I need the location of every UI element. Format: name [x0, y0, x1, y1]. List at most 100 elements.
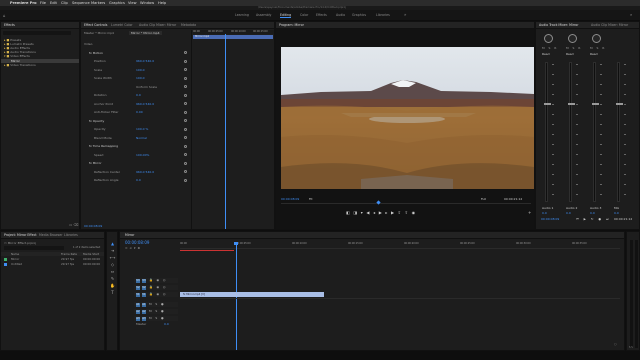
ec-playhead[interactable]	[225, 34, 226, 229]
workspace-graphics[interactable]: Graphics	[352, 13, 366, 18]
track-toggles[interactable]: 🔒 ◉ ◎	[149, 285, 167, 290]
automation-mode[interactable]: Read	[590, 52, 598, 56]
list-item[interactable]: ▸ ■ Video Transitions	[4, 63, 36, 67]
zoom-handle-icon[interactable]: ○	[614, 342, 620, 346]
reset-param-icon[interactable]	[184, 102, 187, 105]
reset-param-icon[interactable]	[184, 136, 187, 139]
menu-markers[interactable]: Markers	[91, 1, 105, 6]
track-target[interactable]: A1	[142, 302, 146, 307]
volume-fader[interactable]	[592, 62, 599, 202]
menu-file[interactable]: File	[40, 1, 46, 6]
track-toggles[interactable]: M S ●	[149, 309, 165, 314]
mute-solo-record-buttons[interactable]: M S R	[542, 46, 558, 50]
workspace-audio[interactable]: Audio	[336, 13, 345, 18]
clip-selector[interactable]: Mirror * Mirror.mp4	[129, 31, 162, 35]
property-value[interactable]: Normal	[136, 136, 147, 140]
track-header[interactable]: V3 V3 🔒 ◉ ◎	[134, 278, 178, 283]
fader-handle[interactable]	[592, 103, 599, 105]
tab-program[interactable]: Program: Mirror	[279, 23, 304, 28]
property-value[interactable]: 100.0	[136, 76, 145, 80]
tab-audio-clip-mixer[interactable]: Audio Clip Mixer: Mirror	[591, 23, 628, 28]
source-patch[interactable]: V1	[136, 292, 140, 297]
export-frame-icon[interactable]: ◉	[412, 210, 419, 215]
track-header[interactable]: V1 V1 🔒 ◉ ◎	[134, 292, 178, 297]
col-frame-rate[interactable]: Frame Rate	[61, 252, 77, 256]
channel-db[interactable]: 0.0	[566, 211, 571, 215]
reset-param-icon[interactable]	[184, 76, 187, 80]
tab-audio-track-mixer[interactable]: Audio Track Mixer: Mirror	[539, 23, 579, 28]
fit-dropdown[interactable]: Fit	[309, 197, 313, 201]
type-tool-icon[interactable]: T	[109, 289, 116, 296]
meter-solo-buttons[interactable]: S S	[629, 346, 633, 349]
pan-knob[interactable]	[568, 34, 577, 43]
menu-graphics[interactable]: Graphics	[109, 1, 125, 6]
reset-param-icon[interactable]	[184, 170, 187, 173]
pan-knob[interactable]	[592, 34, 601, 43]
ripple-edit-tool-icon[interactable]: ⟷	[109, 254, 116, 261]
step-forward-icon[interactable]: ▶	[391, 210, 398, 215]
ec-time-ruler[interactable]: 00:00 00:00:05:00 00:00:10:00 00:00:15:0…	[193, 30, 274, 34]
timeline-clip-v1[interactable]: fx Mirror.mp4 [V]	[180, 292, 324, 297]
tab-effects[interactable]: Effects	[4, 23, 15, 28]
mute-solo-record-buttons[interactable]: M S R	[566, 46, 582, 50]
effect-property-row[interactable]: fx Time Remapping	[89, 144, 194, 148]
track-target[interactable]: A3	[142, 316, 146, 321]
reset-param-icon[interactable]	[184, 119, 187, 122]
reset-param-icon[interactable]	[184, 144, 187, 148]
razor-tool-icon[interactable]: ◇	[109, 261, 116, 268]
quality-dropdown[interactable]: Full	[481, 197, 486, 201]
tab-audio-clip-mixer[interactable]: Audio Clip Mixer: Mirror	[139, 23, 176, 28]
workspace-learning[interactable]: Learning	[235, 13, 249, 18]
track-target[interactable]: V3	[142, 278, 146, 283]
hand-tool-icon[interactable]: ✋	[109, 282, 116, 289]
col-name[interactable]: Name	[11, 252, 19, 256]
track-toggles[interactable]: 🔒 ◉ ◎	[149, 292, 167, 297]
playhead-handle[interactable]	[234, 242, 238, 245]
ec-clip-bar[interactable]: Mirror.mp4	[193, 35, 273, 39]
home-icon[interactable]: ⌂	[3, 13, 6, 18]
reset-param-icon[interactable]	[184, 85, 187, 88]
track-toggles[interactable]: M S ●	[149, 316, 165, 321]
workspace-assembly[interactable]: Assembly	[256, 13, 271, 18]
fader-handle[interactable]	[616, 103, 623, 105]
effect-property-row[interactable]: fx Mirror	[89, 161, 194, 165]
timeline-toolbar[interactable]: ⊃∞▾⚙	[125, 246, 142, 250]
property-value[interactable]: Uniform Scale	[136, 85, 157, 89]
workspace-effects[interactable]: Effects	[316, 13, 327, 18]
col-media-start[interactable]: Media Start	[83, 252, 99, 256]
track-target[interactable]: V2	[142, 285, 146, 290]
track-header[interactable]: V2 V2 🔒 ◉ ◎	[134, 285, 178, 290]
workspace-color[interactable]: Color	[300, 13, 308, 18]
master-track-value[interactable]: 0.0	[164, 322, 169, 326]
track-select-tool-icon[interactable]: ⇥	[109, 247, 116, 254]
property-value[interactable]: 100.0	[136, 68, 145, 72]
tab-lumetri-color[interactable]: Lumetri Color	[111, 23, 133, 28]
reset-param-icon[interactable]	[184, 178, 187, 182]
slip-tool-icon[interactable]: ⇔	[109, 268, 116, 275]
tab-project[interactable]: Project: Mirror Effect	[4, 233, 37, 238]
video-frame[interactable]	[281, 47, 534, 189]
fader-handle[interactable]	[544, 103, 551, 105]
project-search-input[interactable]	[4, 246, 64, 250]
program-scrub-bar[interactable]	[281, 203, 531, 204]
track-toggles[interactable]: 🔒 ◉ ◎	[149, 278, 167, 283]
mark-out-icon[interactable]: ◨	[353, 210, 360, 215]
fader-handle[interactable]	[568, 103, 575, 105]
automation-mode[interactable]: Read	[542, 52, 550, 56]
source-patch[interactable]: A3	[136, 316, 140, 321]
menu-view[interactable]: View	[128, 1, 137, 6]
track-target[interactable]: V1	[142, 292, 146, 297]
menu-clip[interactable]: Clip	[61, 1, 68, 6]
property-value[interactable]: 0.0	[136, 178, 141, 182]
tab-effect-controls[interactable]: Effect Controls	[84, 23, 107, 28]
reset-param-icon[interactable]	[184, 93, 187, 97]
property-value[interactable]: 960.0 540.0	[136, 59, 154, 63]
menu-sequence[interactable]: Sequence	[72, 1, 90, 6]
track-header[interactable]: A2 A2 M S ●	[134, 309, 178, 314]
tab-metadata[interactable]: Metadata	[181, 23, 196, 28]
selection-tool-icon[interactable]: ▲	[109, 240, 116, 247]
extract-icon[interactable]: ⇪	[405, 210, 412, 215]
menu-edit[interactable]: Edit	[50, 1, 57, 6]
reset-param-icon[interactable]	[184, 59, 187, 63]
source-patch[interactable]: V3	[136, 278, 140, 283]
